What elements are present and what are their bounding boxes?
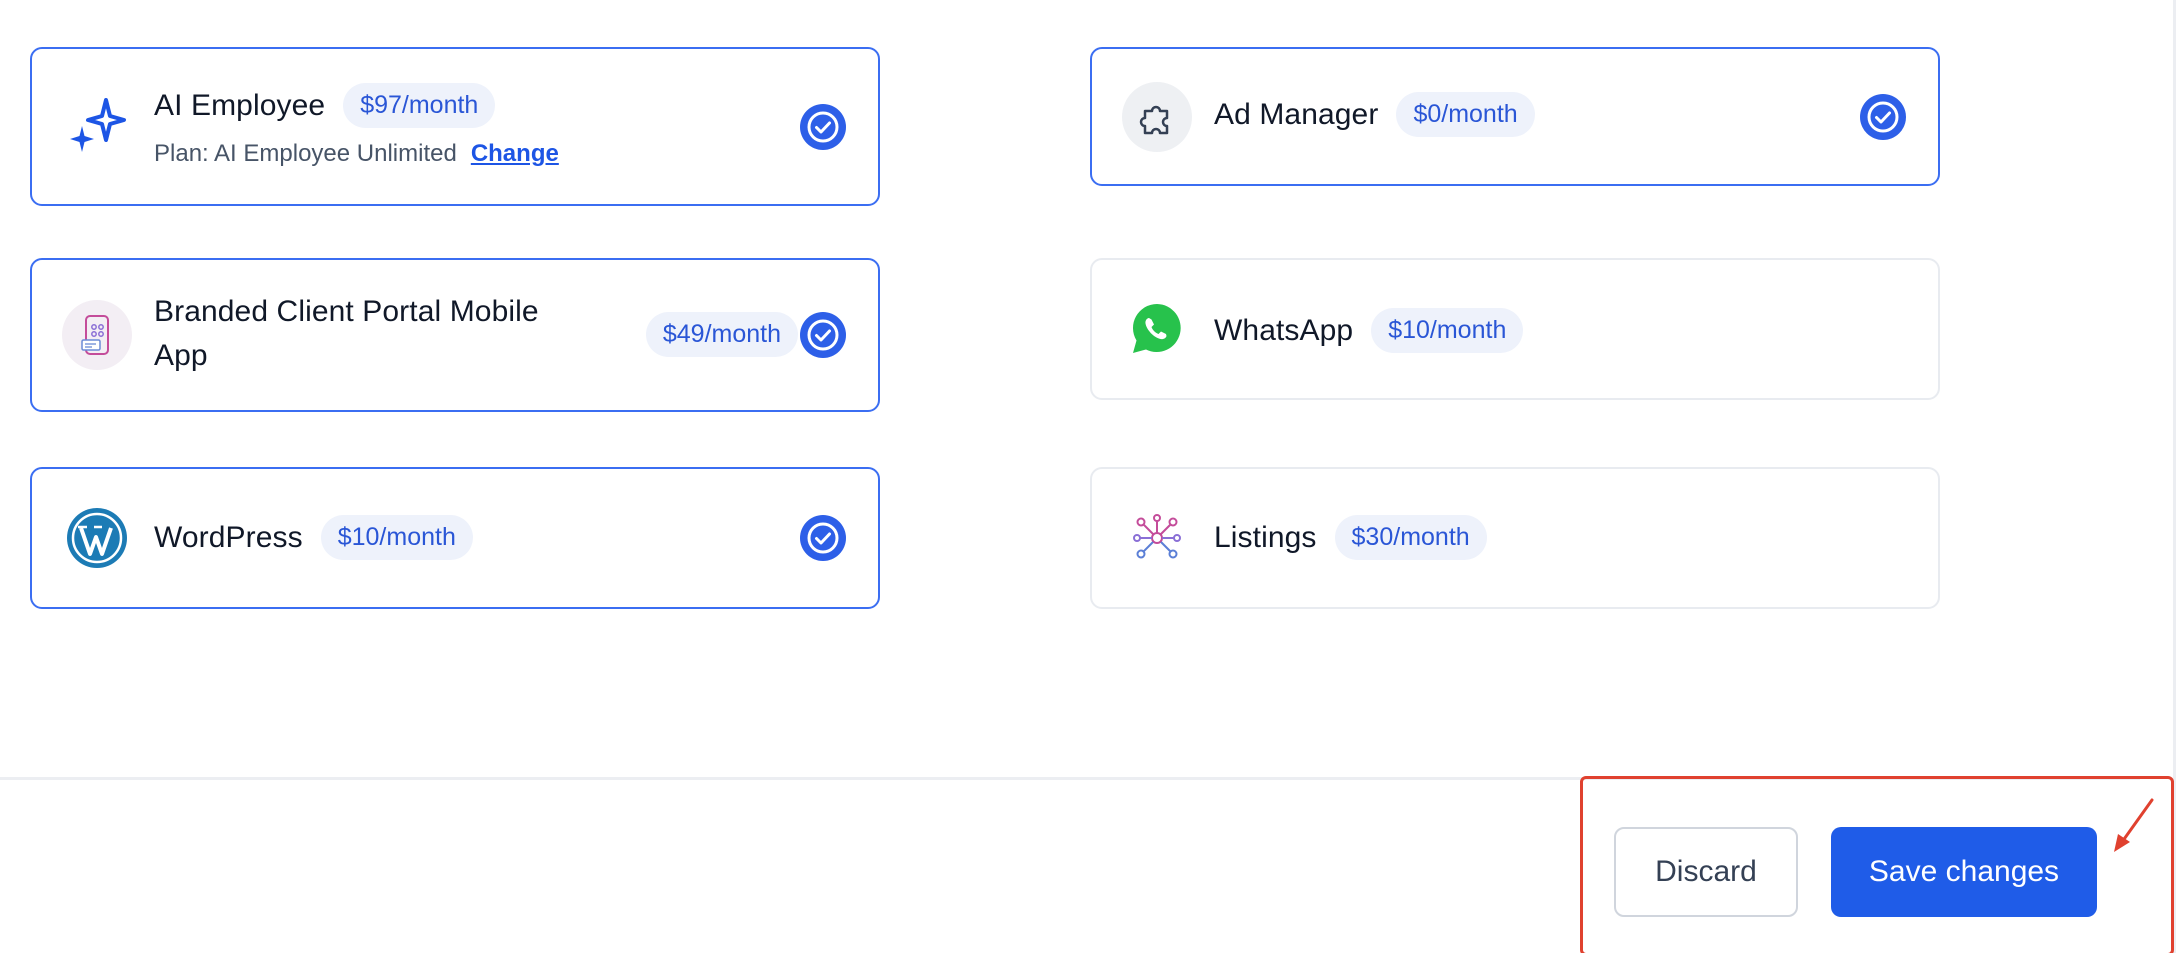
price-badge: $10/month [1371, 308, 1524, 353]
addon-body: Listings $30/month [1214, 515, 1808, 560]
addon-title: AI Employee [154, 88, 326, 122]
addon-title-row: AI Employee $97/month [154, 83, 748, 128]
price-badge: $49/month [645, 312, 798, 357]
addon-title: Branded Client Portal Mobile App [154, 295, 539, 372]
wordpress-icon [62, 503, 132, 573]
addon-title: WordPress [154, 520, 303, 554]
addon-body: AI Employee $97/month Plan: AI Employee … [154, 83, 748, 168]
addon-body: WordPress $10/month [154, 515, 748, 560]
addon-card-client-portal[interactable]: Branded Client Portal Mobile App $49/mon… [30, 258, 880, 412]
addons-page: AI Employee $97/month Plan: AI Employee … [0, 0, 2176, 953]
whatsapp-icon [1122, 294, 1192, 364]
selected-check-icon[interactable] [800, 103, 846, 150]
addon-body: WhatsApp $10/month [1214, 308, 1808, 353]
addon-body: Ad Manager $0/month [1214, 92, 1808, 137]
sparkle-icon [62, 92, 132, 162]
addon-body: Branded Client Portal Mobile App [154, 290, 558, 378]
addon-title: Ad Manager [1214, 97, 1379, 131]
addon-title-row: WordPress $10/month [154, 515, 748, 560]
selected-check-icon[interactable] [1860, 93, 1906, 140]
addon-title: WhatsApp [1214, 313, 1354, 347]
annotation-highlight-box [1580, 776, 2174, 953]
addon-title-row: WhatsApp $10/month [1214, 308, 1808, 353]
addon-title-row: Ad Manager $0/month [1214, 92, 1808, 137]
annotation-arrow-icon [2108, 796, 2158, 856]
plan-row: Plan: AI Employee Unlimited Change [154, 140, 748, 168]
price-badge: $0/month [1396, 92, 1535, 137]
addon-card-listings[interactable]: Listings $30/month [1090, 467, 1940, 609]
mobile-app-icon [62, 300, 132, 370]
change-plan-link[interactable]: Change [471, 140, 559, 167]
plan-label: Plan: AI Employee Unlimited [154, 140, 457, 167]
puzzle-icon [1122, 81, 1192, 152]
selected-check-icon[interactable] [800, 312, 846, 358]
addon-card-ad-manager[interactable]: Ad Manager $0/month [1090, 47, 1940, 186]
price-badge: $10/month [320, 515, 473, 560]
price-badge: $30/month [1334, 515, 1487, 560]
selected-check-icon[interactable] [800, 515, 846, 561]
addon-card-ai-employee[interactable]: AI Employee $97/month Plan: AI Employee … [30, 47, 880, 206]
addon-title: Listings [1214, 520, 1317, 554]
addon-title-row: Listings $30/month [1214, 515, 1808, 560]
price-badge: $97/month [343, 83, 496, 128]
network-icon [1122, 503, 1192, 573]
addon-card-whatsapp[interactable]: WhatsApp $10/month [1090, 258, 1940, 400]
addon-card-wordpress[interactable]: WordPress $10/month [30, 467, 880, 609]
